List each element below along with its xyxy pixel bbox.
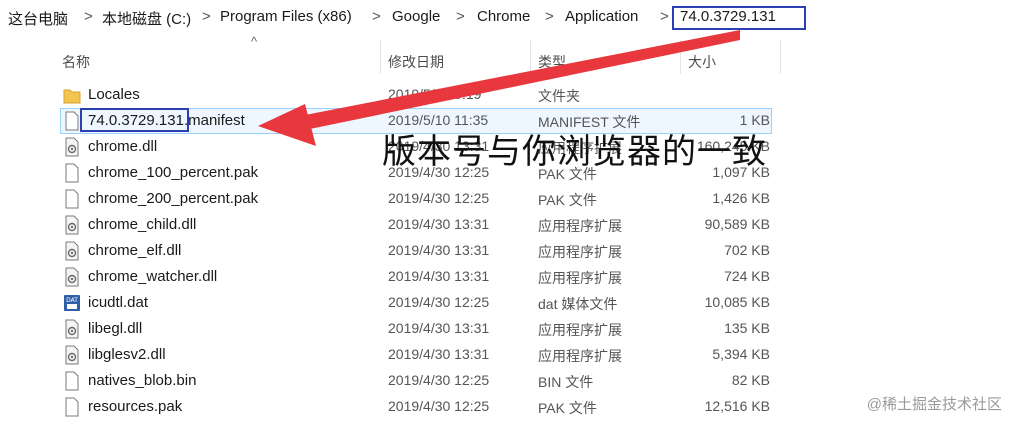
column-divider[interactable] <box>530 40 531 74</box>
file-type: 应用程序扩展 <box>538 270 622 286</box>
file-size: 10,085 KB <box>704 294 770 310</box>
column-header-type[interactable]: 类型 <box>538 52 566 72</box>
breadcrumb-program-files[interactable]: Program Files (x86) <box>220 8 352 25</box>
file-name: resources.pak <box>88 398 183 415</box>
breadcrumb-local-disk[interactable]: 本地磁盘 (C:) <box>102 8 191 29</box>
file-icon <box>65 189 79 209</box>
annotation-text: 版本号与你浏览器的一致 <box>382 132 767 172</box>
dll-icon <box>65 267 79 287</box>
file-date: 2019/4/30 13:31 <box>388 242 490 258</box>
file-date: 2019/4/30 13:31 <box>388 346 490 362</box>
file-size: 724 KB <box>724 268 770 284</box>
breadcrumb-separator[interactable]: > <box>456 8 465 25</box>
list-item[interactable]: chrome_200_percent.pak 2019/4/30 12:25 P… <box>60 186 800 212</box>
file-name: libglesv2.dll <box>88 346 166 363</box>
file-name: chrome_elf.dll <box>88 242 182 259</box>
breadcrumb-separator[interactable]: > <box>372 8 381 25</box>
sort-ascending-icon: ^ <box>251 34 258 49</box>
column-divider[interactable] <box>680 40 681 74</box>
breadcrumb-application[interactable]: Application <box>565 8 638 25</box>
dll-icon <box>65 137 79 157</box>
file-name: chrome.dll <box>88 138 158 155</box>
column-divider[interactable] <box>380 40 381 74</box>
folder-icon <box>63 89 81 104</box>
file-type: 应用程序扩展 <box>538 244 622 260</box>
file-size: 90,589 KB <box>704 216 770 232</box>
file-size: 5,394 KB <box>712 346 770 362</box>
file-date: 2019/4/30 12:25 <box>388 294 490 310</box>
breadcrumb-separator[interactable]: > <box>84 8 93 25</box>
dll-icon <box>65 345 79 365</box>
file-name: chrome_watcher.dll <box>88 268 218 285</box>
dll-icon <box>65 319 79 339</box>
breadcrumb-this-pc[interactable]: 这台电脑 <box>8 8 68 29</box>
list-item[interactable]: chrome_watcher.dll 2019/4/30 13:31 应用程序扩… <box>60 264 800 290</box>
file-name: Locales <box>88 86 140 103</box>
file-icon <box>65 371 79 391</box>
file-type: 文件夹 <box>538 88 580 104</box>
list-item[interactable]: libglesv2.dll 2019/4/30 13:31 应用程序扩展 5,3… <box>60 342 800 368</box>
file-name: 74.0.3729.131.manifest <box>88 112 245 129</box>
file-type: 应用程序扩展 <box>538 348 622 364</box>
column-divider[interactable] <box>780 40 781 74</box>
list-item[interactable]: resources.pak 2019/4/30 12:25 PAK 文件 12,… <box>60 394 800 420</box>
breadcrumb-google[interactable]: Google <box>392 8 440 25</box>
file-date: 2019/4/30 12:25 <box>388 190 490 206</box>
file-size: 82 KB <box>731 372 770 388</box>
file-size: 702 KB <box>724 242 770 258</box>
column-header-date[interactable]: 修改日期 <box>388 52 444 72</box>
breadcrumb-chrome[interactable]: Chrome <box>477 8 530 25</box>
list-item[interactable]: DAT icudtl.dat 2019/4/30 12:25 dat 媒体文件 … <box>60 290 800 316</box>
file-date: 2019/4/30 13:31 <box>388 320 490 336</box>
list-item[interactable]: chrome_child.dll 2019/4/30 13:31 应用程序扩展 … <box>60 212 800 238</box>
dll-icon <box>65 215 79 235</box>
file-name: libegl.dll <box>88 320 143 337</box>
list-item[interactable]: chrome_elf.dll 2019/4/30 13:31 应用程序扩展 70… <box>60 238 800 264</box>
file-icon <box>65 163 79 183</box>
file-type: PAK 文件 <box>538 400 597 416</box>
file-date: 2019/5/9 19:19 <box>388 86 482 102</box>
file-icon <box>65 397 79 417</box>
file-date: 2019/4/30 12:25 <box>388 398 490 414</box>
file-name-suffix: .manifest <box>183 112 245 129</box>
file-name: natives_blob.bin <box>88 372 197 389</box>
column-header-name[interactable]: 名称 <box>62 52 90 72</box>
dll-icon <box>65 241 79 261</box>
file-name: chrome_child.dll <box>88 216 197 233</box>
file-type: 应用程序扩展 <box>538 218 622 234</box>
file-type: BIN 文件 <box>538 374 594 390</box>
file-date: 2019/4/30 13:31 <box>388 268 490 284</box>
file-size: 135 KB <box>724 320 770 336</box>
file-name: chrome_100_percent.pak <box>88 164 259 181</box>
file-date: 2019/4/30 12:25 <box>388 372 490 388</box>
file-size: 1,426 KB <box>712 190 770 206</box>
breadcrumb-separator[interactable]: > <box>660 8 669 25</box>
file-type: dat 媒体文件 <box>538 296 618 312</box>
file-date: 2019/4/30 13:31 <box>388 216 490 232</box>
column-header-size[interactable]: 大小 <box>688 52 716 72</box>
file-name: icudtl.dat <box>88 294 149 311</box>
watermark: @稀土掘金技术社区 <box>866 396 1002 413</box>
breadcrumb-separator[interactable]: > <box>202 8 211 25</box>
file-type: PAK 文件 <box>538 192 597 208</box>
file-icon <box>65 111 79 131</box>
breadcrumb-separator[interactable]: > <box>545 8 554 25</box>
breadcrumb-version-folder[interactable]: 74.0.3729.131 <box>680 8 776 25</box>
svg-text:DAT: DAT <box>66 297 78 304</box>
file-name: chrome_200_percent.pak <box>88 190 259 207</box>
list-item[interactable]: libegl.dll 2019/4/30 13:31 应用程序扩展 135 KB <box>60 316 800 342</box>
list-item[interactable]: Locales 2019/5/9 19:19 文件夹 <box>60 82 800 108</box>
address-breadcrumb[interactable]: 这台电脑 > 本地磁盘 (C:) > Program Files (x86) >… <box>0 0 1016 34</box>
list-item[interactable]: natives_blob.bin 2019/4/30 12:25 BIN 文件 … <box>60 368 800 394</box>
dat-icon: DAT <box>64 295 80 311</box>
file-name-version: 74.0.3729.131 <box>88 112 184 129</box>
file-size: 12,516 KB <box>704 398 770 414</box>
column-header-row: ^ 名称 修改日期 类型 大小 <box>40 34 781 74</box>
file-type: 应用程序扩展 <box>538 322 622 338</box>
